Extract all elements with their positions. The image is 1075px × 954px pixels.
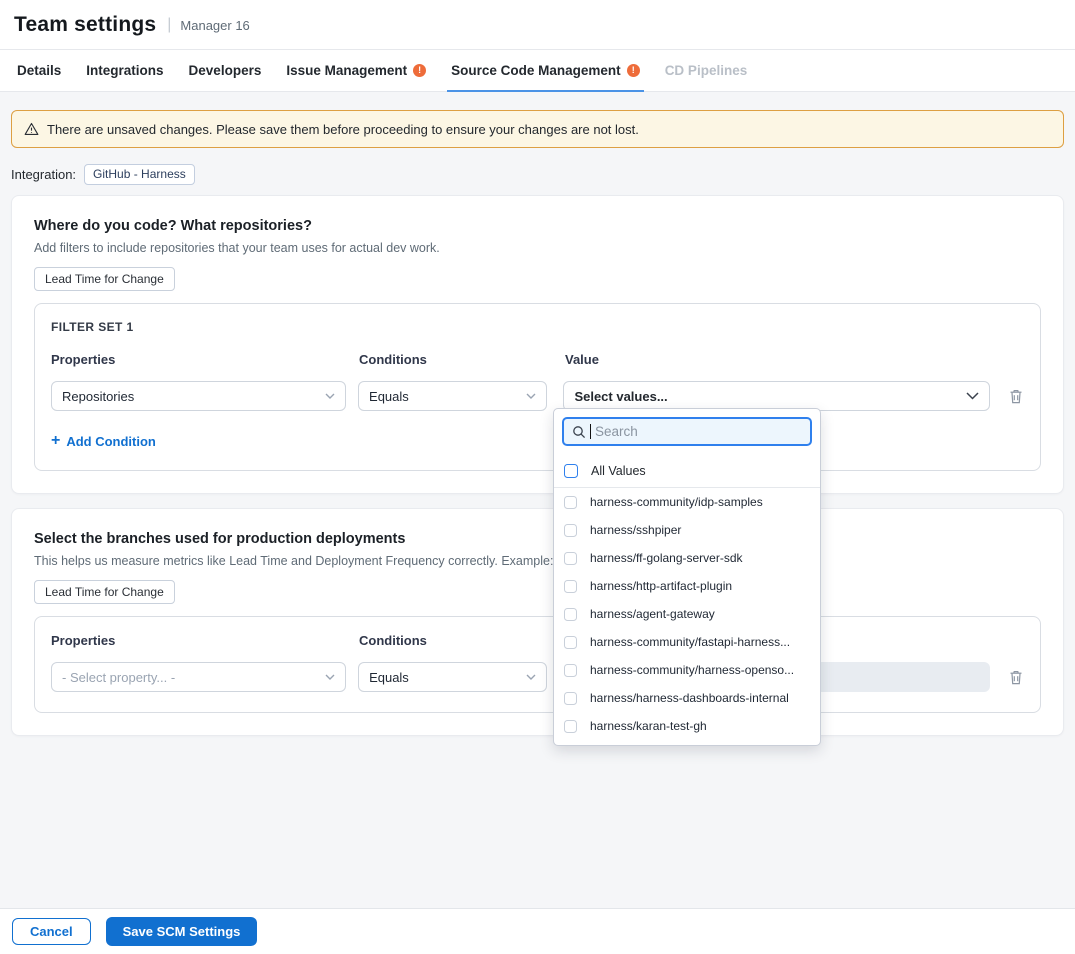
banner-text: There are unsaved changes. Please save t…	[47, 122, 639, 137]
filter-columns-header: Properties Conditions	[51, 633, 1024, 648]
branches-section: Select the branches used for production …	[11, 508, 1064, 736]
chevron-down-icon	[325, 393, 335, 399]
tab-label: Developers	[189, 63, 262, 78]
integration-chip[interactable]: GitHub - Harness	[84, 164, 195, 185]
page-title: Team settings	[14, 13, 156, 37]
branches-filter-panel: Properties Conditions - Select property.…	[34, 616, 1041, 713]
repo-option[interactable]: harness/agent-gateway	[554, 600, 820, 628]
tab-label: Integrations	[86, 63, 163, 78]
repo-checkbox[interactable]	[564, 552, 577, 565]
tab-label: Details	[17, 63, 61, 78]
repo-option-clipped[interactable]: harness/...	[554, 740, 820, 746]
branches-section-description: This helps us measure metrics like Lead …	[34, 554, 1041, 568]
repo-option[interactable]: harness-community/harness-openso...	[554, 656, 820, 684]
tab-label: CD Pipelines	[665, 63, 748, 78]
title-bar: Team settings | Manager 16	[0, 0, 1075, 50]
condition-select-value: Equals	[369, 670, 409, 685]
chevron-down-icon	[325, 674, 335, 680]
tab-integrations[interactable]: Integrations	[86, 50, 163, 91]
chevron-down-icon	[966, 392, 979, 400]
integration-label: Integration:	[11, 167, 76, 182]
repo-option[interactable]: harness/sshpiper	[554, 516, 820, 544]
page-content: There are unsaved changes. Please save t…	[0, 110, 1075, 736]
conditions-column-header: Conditions	[359, 633, 549, 648]
repo-checkbox[interactable]	[564, 580, 577, 593]
properties-column-header: Properties	[51, 352, 347, 367]
warning-triangle-icon	[24, 122, 39, 136]
chevron-down-icon	[526, 393, 536, 399]
tab-label: Source Code Management	[451, 63, 621, 78]
active-tab-underline	[447, 90, 644, 92]
lead-time-tag: Lead Time for Change	[34, 267, 175, 291]
tab-bar: Details Integrations Developers Issue Ma…	[0, 50, 1075, 92]
repo-checkbox[interactable]	[564, 608, 577, 621]
chevron-down-icon	[526, 674, 536, 680]
filter-columns-header: Properties Conditions Value	[51, 352, 1024, 367]
warning-badge-icon: !	[627, 64, 640, 77]
repo-checkbox[interactable]	[564, 636, 577, 649]
delete-filter-button[interactable]	[1008, 669, 1024, 686]
unsaved-changes-banner: There are unsaved changes. Please save t…	[11, 110, 1064, 148]
search-icon	[572, 425, 586, 439]
value-select-placeholder: Select values...	[574, 389, 667, 404]
tab-developers[interactable]: Developers	[189, 50, 262, 91]
repo-checkbox[interactable]	[564, 664, 577, 677]
add-condition-button[interactable]: + Add Condition	[51, 433, 156, 449]
property-select-placeholder: - Select property... -	[62, 670, 175, 685]
tab-cd-pipelines: CD Pipelines	[665, 50, 748, 91]
all-values-option[interactable]: All Values	[554, 454, 820, 488]
repositories-section-description: Add filters to include repositories that…	[34, 241, 1041, 255]
property-select[interactable]: Repositories	[51, 381, 346, 411]
lead-time-tag: Lead Time for Change	[34, 580, 175, 604]
page-subtitle: Manager 16	[180, 16, 249, 33]
cancel-button[interactable]: Cancel	[12, 918, 91, 945]
repo-option[interactable]: harness-community/fastapi-harness...	[554, 628, 820, 656]
repo-checkbox[interactable]	[564, 692, 577, 705]
search-placeholder: Search	[595, 424, 638, 439]
repo-option[interactable]: harness/karan-test-gh	[554, 712, 820, 740]
tab-source-code-management[interactable]: Source Code Management !	[451, 50, 640, 91]
title-separator: |	[167, 16, 171, 34]
tab-issue-management[interactable]: Issue Management !	[286, 50, 426, 91]
values-dropdown: Search All Values harness-community/idp-…	[553, 408, 821, 746]
repositories-section-title: Where do you code? What repositories?	[34, 218, 1041, 234]
repo-checkbox[interactable]	[564, 496, 577, 509]
warning-badge-icon: !	[413, 64, 426, 77]
save-scm-settings-button[interactable]: Save SCM Settings	[106, 917, 258, 946]
branches-section-title: Select the branches used for production …	[34, 531, 1041, 547]
repo-checkbox[interactable]	[564, 524, 577, 537]
filter-row: Repositories Equals Select values...	[51, 381, 1024, 411]
all-values-checkbox[interactable]	[564, 464, 578, 478]
text-cursor	[590, 424, 591, 439]
repo-checkbox[interactable]	[564, 720, 577, 733]
repo-option[interactable]: harness/ff-golang-server-sdk	[554, 544, 820, 572]
repo-option[interactable]: harness/harness-dashboards-internal	[554, 684, 820, 712]
dropdown-search-input[interactable]: Search	[562, 417, 812, 446]
repositories-section: Where do you code? What repositories? Ad…	[11, 195, 1064, 494]
tab-label: Issue Management	[286, 63, 407, 78]
value-multiselect[interactable]: Select values...	[563, 381, 990, 411]
value-column-header: Value	[565, 352, 993, 367]
delete-filter-button[interactable]	[1008, 388, 1024, 405]
add-condition-label: Add Condition	[66, 434, 156, 449]
footer-bar: Cancel Save SCM Settings	[0, 908, 1075, 954]
filter-row: - Select property... - Equals	[51, 662, 1024, 692]
tab-details[interactable]: Details	[17, 50, 61, 91]
integration-row: Integration: GitHub - Harness	[11, 164, 1064, 185]
property-select-value: Repositories	[62, 389, 134, 404]
filter-set-title: FILTER SET 1	[51, 320, 1024, 334]
filter-set-1-panel: FILTER SET 1 Properties Conditions Value…	[34, 303, 1041, 471]
condition-select[interactable]: Equals	[358, 662, 547, 692]
all-values-label: All Values	[591, 464, 646, 478]
repo-option[interactable]: harness/http-artifact-plugin	[554, 572, 820, 600]
conditions-column-header: Conditions	[359, 352, 549, 367]
repo-option[interactable]: harness-community/idp-samples	[554, 488, 820, 516]
condition-select[interactable]: Equals	[358, 381, 547, 411]
condition-select-value: Equals	[369, 389, 409, 404]
property-select[interactable]: - Select property... -	[51, 662, 346, 692]
properties-column-header: Properties	[51, 633, 347, 648]
plus-icon: +	[51, 433, 60, 449]
